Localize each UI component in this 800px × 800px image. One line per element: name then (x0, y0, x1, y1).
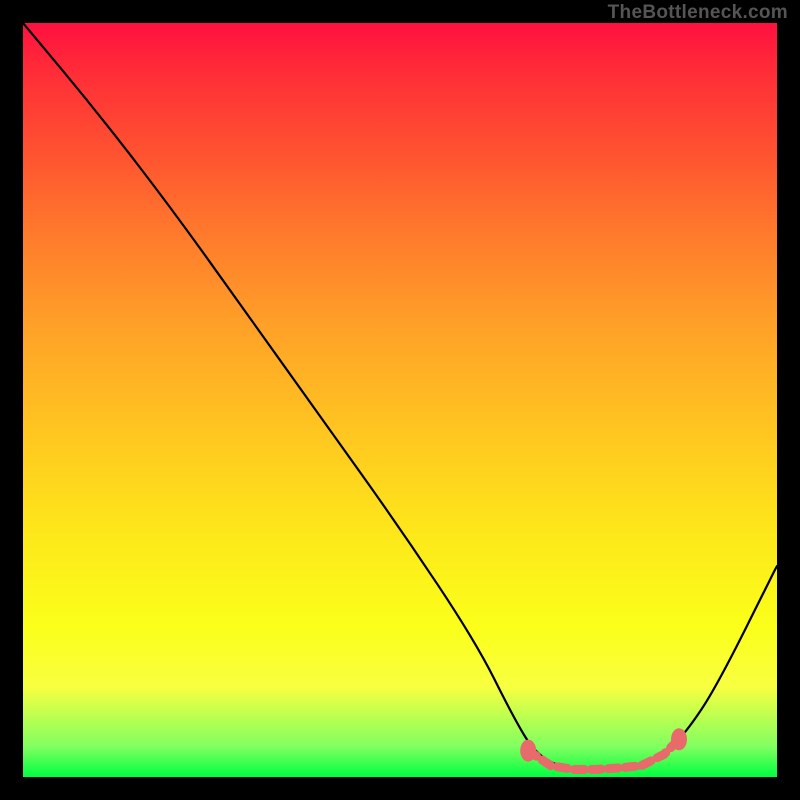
gradient-plot-area (23, 23, 777, 777)
watermark-text: TheBottleneck.com (608, 2, 788, 24)
